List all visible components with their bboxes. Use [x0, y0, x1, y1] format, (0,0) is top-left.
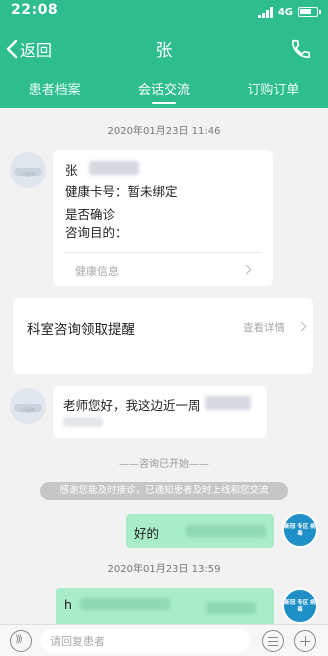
redacted-block [89, 161, 139, 175]
chat-area[interactable]: 2020年01月23日 11:46 小程序 张 健康卡号：暂未绑定 是否确诊 咨… [0, 108, 328, 624]
notice-title: 科室咨询领取提醒 [27, 322, 135, 338]
info-diagnosed: 是否确诊 [65, 207, 116, 222]
avatar[interactable]: 新冠 专区 病毒 [282, 512, 318, 548]
tab-bar: 患者档案 会话交流 订购订单 [0, 74, 328, 108]
reply-input[interactable] [40, 629, 250, 653]
status-bar: 22:08 4G [0, 0, 328, 24]
list-icon[interactable] [262, 630, 284, 652]
status-time: 22:08 [11, 2, 59, 18]
tab-patient-file[interactable]: 患者档案 [0, 74, 109, 108]
tab-orders[interactable]: 订购订单 [219, 74, 328, 108]
avatar[interactable]: 小程序 [10, 152, 46, 188]
nav-bar: 返回 张 [0, 34, 328, 64]
divider [65, 252, 261, 253]
signal-icon [257, 6, 273, 18]
outgoing-message[interactable]: 好的 [126, 514, 274, 548]
info-purpose: 咨询目的： [65, 225, 128, 240]
chevron-left-icon [6, 39, 18, 59]
message-text: 老师您好，我这边近一周 [63, 398, 201, 413]
redacted-block [205, 396, 251, 410]
message-timestamp: 2020年01月23日 11:46 [107, 126, 221, 137]
redacted-block [80, 598, 170, 610]
app-header: 22:08 4G 返回 张 患者档案 会话交流 订购订单 [0, 0, 328, 108]
redacted-block [63, 417, 103, 427]
tab-conversation[interactable]: 会话交流 [109, 74, 218, 108]
chevron-right-icon [241, 264, 252, 275]
info-name: 张 [65, 163, 78, 178]
phone-button[interactable] [290, 38, 312, 60]
message-text: 好的 [134, 526, 160, 541]
outgoing-message[interactable]: h [56, 588, 274, 624]
phone-icon [291, 39, 311, 59]
chevron-right-icon [296, 321, 307, 332]
avatar[interactable]: 小程序 [10, 388, 46, 424]
plus-icon[interactable] [294, 630, 316, 652]
battery-icon [298, 7, 321, 17]
message-timestamp: 2020年01月23日 13:59 [107, 564, 221, 575]
view-details-link[interactable]: 查看详情 [243, 320, 285, 335]
info-health-card: 健康卡号：暂未绑定 [65, 184, 178, 199]
message-text: h [64, 597, 72, 612]
incoming-message[interactable]: 老师您好，我这边近一周 [53, 386, 267, 438]
patient-info-card[interactable]: 张 健康卡号：暂未绑定 是否确诊 咨询目的： 健康信息 [53, 150, 273, 286]
redacted-block [186, 525, 266, 537]
avatar-label: 小程序 [20, 172, 36, 178]
avatar[interactable]: 新冠 专区 病毒 [282, 588, 318, 624]
system-notice: 感谢您能及时接诊，已通知患者及时上线和您交流 [40, 482, 288, 500]
redacted-block [206, 602, 256, 614]
avatar-label: 新冠 专区 病毒 [284, 524, 316, 537]
status-indicators: 4G [257, 5, 321, 19]
input-bar [0, 624, 328, 656]
avatar-label: 新冠 专区 病毒 [284, 600, 316, 613]
department-notice-card[interactable]: 科室咨询领取提醒 查看详情 [13, 298, 313, 374]
voice-icon[interactable] [10, 630, 32, 652]
back-button[interactable]: 返回 [6, 36, 52, 62]
network-label: 4G [277, 6, 293, 18]
avatar-label: 小程序 [20, 408, 36, 414]
back-label: 返回 [20, 41, 53, 60]
consult-started-label: ——咨询已开始—— [119, 459, 209, 470]
health-info-link[interactable]: 健康信息 [75, 263, 119, 279]
